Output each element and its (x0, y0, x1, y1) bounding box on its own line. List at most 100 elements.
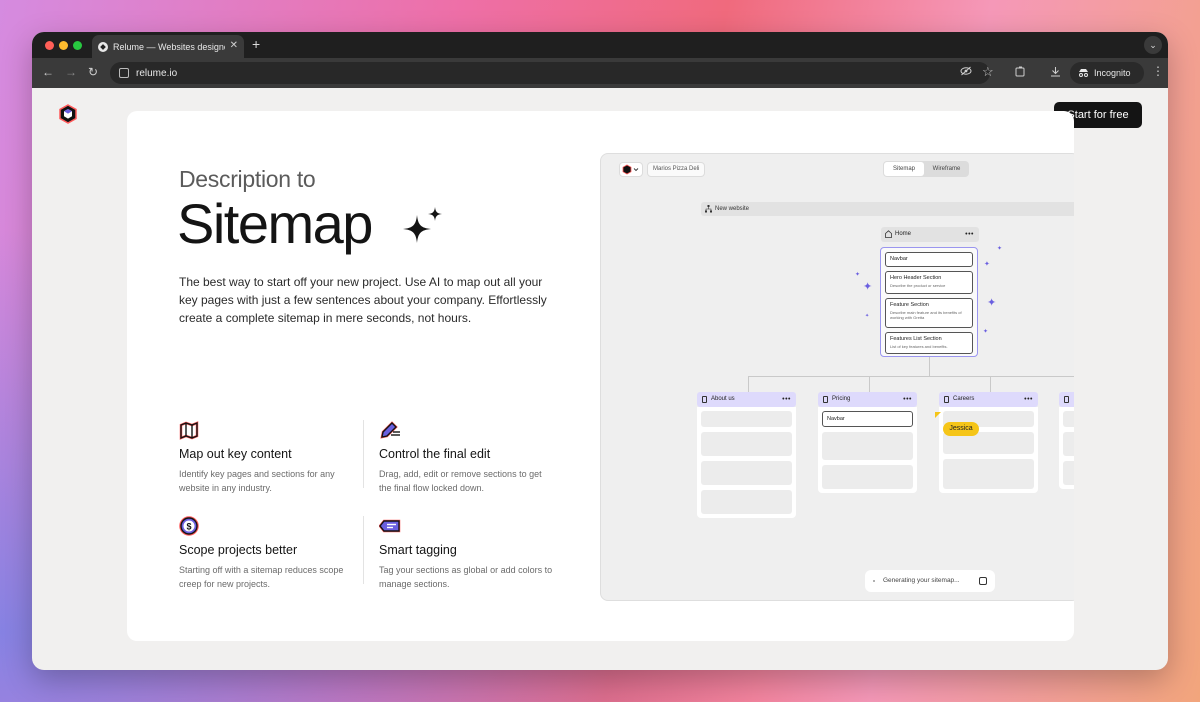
feature-scope-projects: $ Scope projects better Starting off wit… (179, 516, 354, 591)
view-toggle: Sitemap Wireframe (883, 161, 969, 177)
more-options-icon[interactable]: ••• (1024, 392, 1033, 407)
home-page-header[interactable]: Home ••• (881, 227, 979, 242)
feature-title: Scope projects better (179, 543, 298, 557)
page-sections (1059, 407, 1074, 489)
relume-logo-icon[interactable] (58, 104, 78, 124)
sparkle-icon: ✦ (983, 329, 989, 335)
page-node-about[interactable]: About us ••• (697, 392, 796, 518)
section-placeholder (701, 411, 792, 427)
connector-line (748, 376, 749, 392)
divider (363, 420, 364, 488)
divider (363, 516, 364, 584)
tag-icon (378, 516, 401, 536)
extensions-icon[interactable] (1015, 66, 1026, 80)
tab-close-icon[interactable]: ✕ (230, 40, 238, 51)
feature-smart-tagging: Smart tagging Tag your sections as globa… (378, 516, 554, 591)
page-node-pricing[interactable]: Pricing ••• Navbar (818, 392, 917, 493)
hero-description: The best way to start off your new proje… (179, 275, 547, 325)
page-icon (944, 396, 949, 403)
feature-title: Map out key content (179, 447, 292, 461)
feature-control-edit: Control the final edit Drag, add, edit o… (379, 420, 554, 495)
spinner-icon (873, 580, 875, 582)
generating-status: Generating your sitemap... (865, 570, 995, 592)
maximize-window-button[interactable] (73, 41, 82, 50)
sitemap-app-preview: Marios Pizza Deli Sitemap Wireframe New … (600, 153, 1074, 601)
close-window-button[interactable] (45, 41, 54, 50)
page-icon (702, 396, 707, 403)
more-options-icon[interactable]: ••• (903, 392, 912, 407)
more-options-icon[interactable]: ••• (965, 227, 974, 242)
page-icon (823, 396, 828, 403)
tab-sitemap[interactable]: Sitemap (884, 162, 924, 176)
page-header[interactable]: Careers ••• (939, 392, 1038, 407)
tab-wireframe[interactable]: Wireframe (925, 162, 968, 176)
page-title: Careers (953, 396, 975, 402)
sparkle-icon: ✦ (997, 246, 1003, 252)
browser-window: Relume — Websites designed ✕ + ⌄ ← → ↻ r… (32, 32, 1168, 670)
url-text: relume.io (136, 67, 178, 79)
browser-toolbar: ← → ↻ relume.io ☆ Incognito ⋮ (32, 58, 1168, 88)
sparkle-icon: ✦ (865, 313, 870, 319)
home-page-sections: Navbar Hero Header Section Describe the … (880, 247, 978, 357)
new-website-label: New website (715, 206, 750, 212)
more-menu-icon[interactable]: ⋮ (1152, 64, 1164, 78)
map-icon (179, 420, 199, 440)
new-website-bar[interactable]: New website (701, 202, 1074, 216)
section-placeholder (822, 465, 913, 489)
edit-icon (379, 420, 400, 440)
feature-title: Control the final edit (379, 447, 491, 461)
eye-off-icon[interactable] (960, 66, 972, 79)
feature-text: Drag, add, edit or remove sections to ge… (379, 469, 542, 493)
page-sections (697, 407, 796, 518)
tab-search-button[interactable]: ⌄ (1144, 36, 1162, 54)
home-icon (885, 230, 892, 245)
page-sections (939, 407, 1038, 493)
incognito-badge[interactable]: Incognito (1070, 62, 1144, 84)
address-bar[interactable]: relume.io (110, 62, 990, 84)
connector-line (929, 357, 930, 376)
section-card[interactable]: Features List Section List of key featur… (885, 332, 973, 354)
forward-arrow-icon[interactable]: → (65, 65, 77, 79)
section-card[interactable]: Hero Header Section Describe the product… (885, 271, 973, 294)
section-placeholder (1063, 461, 1074, 485)
section-placeholder (701, 490, 792, 514)
new-tab-button[interactable]: + (252, 36, 260, 52)
download-icon[interactable] (1050, 66, 1061, 80)
section-card[interactable]: Feature Section Describe main feature an… (885, 298, 973, 328)
section-title: Feature Section (890, 302, 929, 308)
connector-line (748, 376, 1074, 377)
sparkle-icon: ✦ (855, 272, 861, 278)
section-title: Features List Section (890, 336, 942, 342)
sparkle-icon (399, 203, 447, 256)
status-text: Generating your sitemap... (883, 577, 960, 584)
incognito-label: Incognito (1094, 68, 1131, 78)
page-icon (1064, 396, 1069, 403)
section-card[interactable]: Navbar (822, 411, 913, 427)
page-header[interactable]: About us ••• (697, 392, 796, 407)
sparkle-icon: ✦ (987, 297, 997, 309)
reload-icon[interactable]: ↻ (88, 65, 98, 79)
section-card[interactable]: Navbar (885, 252, 973, 267)
star-icon[interactable]: ☆ (982, 64, 994, 80)
sparkle-icon: ✦ (984, 261, 990, 268)
site-info-icon[interactable] (119, 68, 129, 78)
connector-line (990, 376, 991, 392)
collaborator-tag: Jessica (943, 422, 979, 436)
stop-icon[interactable] (979, 577, 987, 585)
project-name[interactable]: Marios Pizza Deli (647, 162, 706, 177)
page-header[interactable] (1059, 392, 1074, 407)
page-node-partial[interactable] (1059, 392, 1074, 489)
back-arrow-icon[interactable]: ← (42, 65, 54, 79)
project-logo-dropdown[interactable] (619, 162, 643, 177)
section-desc: Describe the product or service (890, 283, 946, 288)
page-node-careers[interactable]: Careers ••• (939, 392, 1038, 493)
tab-bar: Relume — Websites designed ✕ + ⌄ (32, 32, 1168, 58)
feature-text: Starting off with a sitemap reduces scop… (179, 565, 344, 589)
section-desc: List of key features and benefits. (890, 344, 948, 349)
page-header[interactable]: Pricing ••• (818, 392, 917, 407)
minimize-window-button[interactable] (59, 41, 68, 50)
more-options-icon[interactable]: ••• (782, 392, 791, 407)
browser-tab[interactable]: Relume — Websites designed ✕ (92, 35, 244, 58)
section-title: Navbar (890, 256, 908, 262)
section-title: Hero Header Section (890, 275, 942, 281)
